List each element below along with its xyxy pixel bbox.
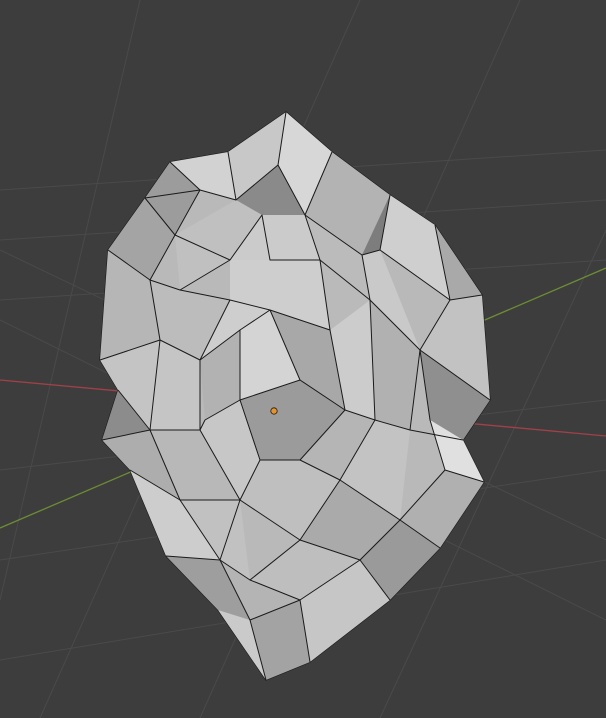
mesh-object[interactable] — [99, 111, 491, 681]
object-origin[interactable] — [270, 407, 278, 415]
3d-viewport[interactable] — [0, 0, 606, 718]
